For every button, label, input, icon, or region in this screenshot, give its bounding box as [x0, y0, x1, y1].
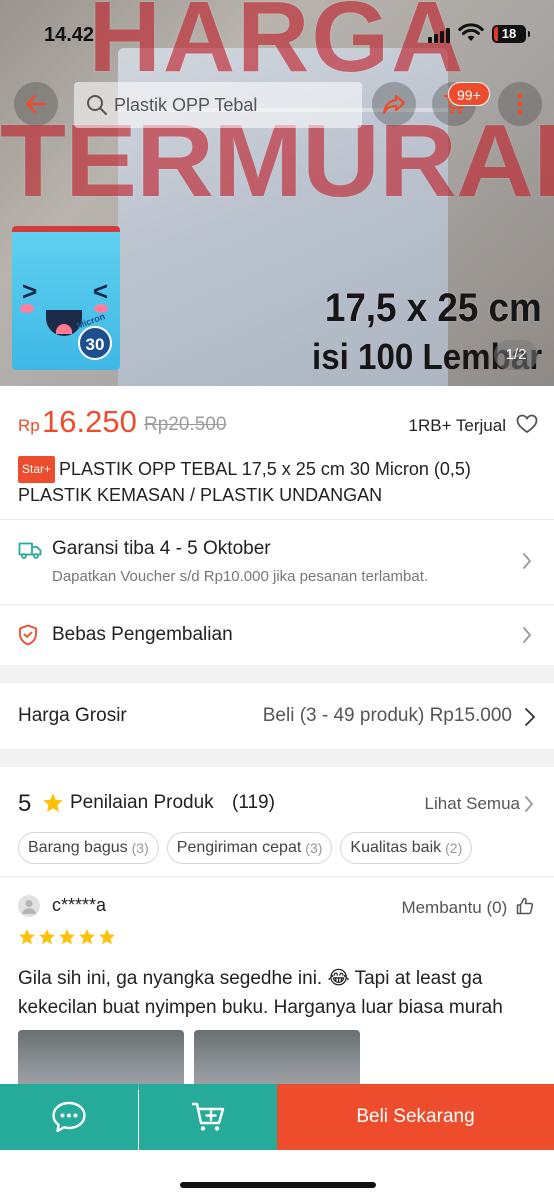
- chip-count: (2): [445, 840, 463, 856]
- wholesale-label: Harga Grosir: [18, 705, 127, 726]
- review-line-2: kekecilan buat nyimpen buku. Harganya lu…: [18, 997, 503, 1018]
- free-returns-title: Bebas Pengembalian: [52, 624, 233, 645]
- free-returns-row[interactable]: Bebas Pengembalian: [0, 605, 554, 665]
- chevron-right-icon: [525, 796, 534, 812]
- price-currency: Rp: [18, 416, 40, 435]
- product-title: Star+ PLASTIK OPP TEBAL 17,5 x 25 cm 30 M…: [18, 456, 538, 508]
- back-button[interactable]: [14, 82, 58, 126]
- arrow-left-icon: [25, 94, 47, 114]
- helpful-label: Membantu (0): [401, 898, 508, 917]
- search-input[interactable]: Plastik OPP Tebal: [74, 82, 362, 128]
- star-icon: [43, 793, 63, 812]
- chip-label: Barang bagus: [28, 839, 128, 856]
- more-vertical-icon: [517, 93, 523, 115]
- star-plus-badge: Star+: [18, 456, 56, 483]
- helpful-button[interactable]: Membantu (0): [401, 897, 534, 918]
- image-pager: 1/2: [494, 340, 538, 370]
- review-photo[interactable]: [18, 1030, 184, 1090]
- rating-score: 5: [18, 790, 32, 817]
- chevron-right-icon: [523, 553, 532, 569]
- shipping-title: Garansi tiba 4 - 5 Oktober: [52, 538, 271, 559]
- chat-icon: [52, 1101, 86, 1133]
- review-body: Gila sih ini, ga nyangka segedhe ini. 😂 …: [18, 964, 538, 1022]
- search-placeholder: Plastik OPP Tebal: [114, 94, 258, 115]
- product-title-text: PLASTIK OPP TEBAL 17,5 x 25 cm 30 Micron…: [18, 459, 471, 505]
- shipping-guarantee-row[interactable]: Garansi tiba 4 - 5 Oktober Dapatkan Vouc…: [0, 520, 554, 604]
- shield-check-icon: [19, 624, 37, 646]
- section-gap: [0, 749, 554, 767]
- chip-label: Kualitas baik: [350, 839, 442, 856]
- filter-chip-pengiriman-cepat[interactable]: Pengiriman cepat (3): [166, 832, 333, 864]
- star-icon: [79, 929, 95, 945]
- wholesale-price-row[interactable]: Harga Grosir Beli (3 - 49 produk) Rp15.0…: [0, 683, 554, 749]
- cellular-signal-icon: [428, 27, 450, 43]
- status-time: 14.42: [44, 24, 95, 46]
- star-icon: [39, 929, 55, 945]
- mascot-eye-icon: <: [92, 276, 108, 306]
- home-indicator: [180, 1182, 376, 1188]
- mascot-illustration: > < Micron 30: [12, 226, 120, 370]
- filter-chip-barang-bagus[interactable]: Barang bagus (3): [18, 832, 159, 864]
- sold-count: 1RB+ Terjual: [408, 416, 507, 435]
- see-all-reviews-link[interactable]: Lihat Semua: [425, 794, 520, 814]
- star-icon: [59, 929, 75, 945]
- buy-now-button[interactable]: Beli Sekarang: [277, 1084, 554, 1150]
- section-gap: [0, 665, 554, 683]
- star-icon: [99, 929, 115, 945]
- price-row: Rp 16.250 Rp20.500 1RB+ Terjual: [18, 404, 538, 444]
- ratings-title: Penilaian Produk: [70, 792, 214, 813]
- bottom-action-bar: Beli Sekarang: [0, 1084, 554, 1150]
- share-button[interactable]: [372, 82, 416, 126]
- review-line-1: Gila sih ini, ga nyangka segedhe ini. 😂 …: [18, 968, 483, 989]
- product-image-carousel[interactable]: HARGA TERMURAH 17,5 x 25 cm isi 100 Lemb…: [0, 0, 554, 386]
- more-options-button[interactable]: [498, 82, 542, 126]
- micron-badge: 30: [78, 326, 112, 360]
- wholesale-value: Beli (3 - 49 produk) Rp15.000: [262, 705, 512, 726]
- share-icon: [382, 94, 406, 115]
- size-caption: 17,5 x 25 cm: [325, 286, 542, 330]
- status-bar: 14.42 18: [0, 0, 554, 66]
- search-icon: [87, 95, 107, 115]
- thumbs-up-icon: [516, 897, 534, 915]
- add-to-cart-icon: [192, 1102, 225, 1131]
- chip-count: (3): [305, 840, 323, 856]
- price: 16.250: [42, 404, 137, 439]
- shipping-subtitle: Dapatkan Voucher s/d Rp10.000 jika pesan…: [52, 568, 429, 585]
- chevron-right-icon: [525, 708, 536, 726]
- chip-label: Pengiriman cepat: [176, 839, 302, 856]
- avatar: [18, 895, 40, 917]
- original-price: Rp20.500: [144, 414, 227, 435]
- review-star-rating: [18, 928, 116, 946]
- chevron-right-icon: [523, 627, 532, 643]
- divider: [0, 876, 554, 877]
- star-icon: [19, 929, 35, 945]
- chat-button[interactable]: [0, 1084, 138, 1150]
- review-photo[interactable]: [194, 1030, 360, 1090]
- add-to-cart-button[interactable]: [139, 1084, 277, 1150]
- heart-icon[interactable]: [516, 414, 538, 434]
- chip-count: (3): [131, 840, 149, 856]
- user-icon: [22, 900, 36, 914]
- truck-icon: [18, 542, 42, 559]
- reviewer-name: c*****a: [52, 895, 107, 915]
- cart-count-badge: 99+: [448, 82, 490, 106]
- battery-icon: 18: [492, 25, 530, 43]
- wifi-icon: [458, 23, 484, 41]
- ratings-count: (119): [232, 792, 275, 813]
- mascot-cheek: [20, 304, 34, 313]
- filter-chip-kualitas-baik[interactable]: Kualitas baik (2): [340, 832, 473, 864]
- review-filter-chips: Barang bagus (3) Pengiriman cepat (3) Kual…: [18, 832, 473, 864]
- mascot-eye-icon: >: [22, 276, 38, 306]
